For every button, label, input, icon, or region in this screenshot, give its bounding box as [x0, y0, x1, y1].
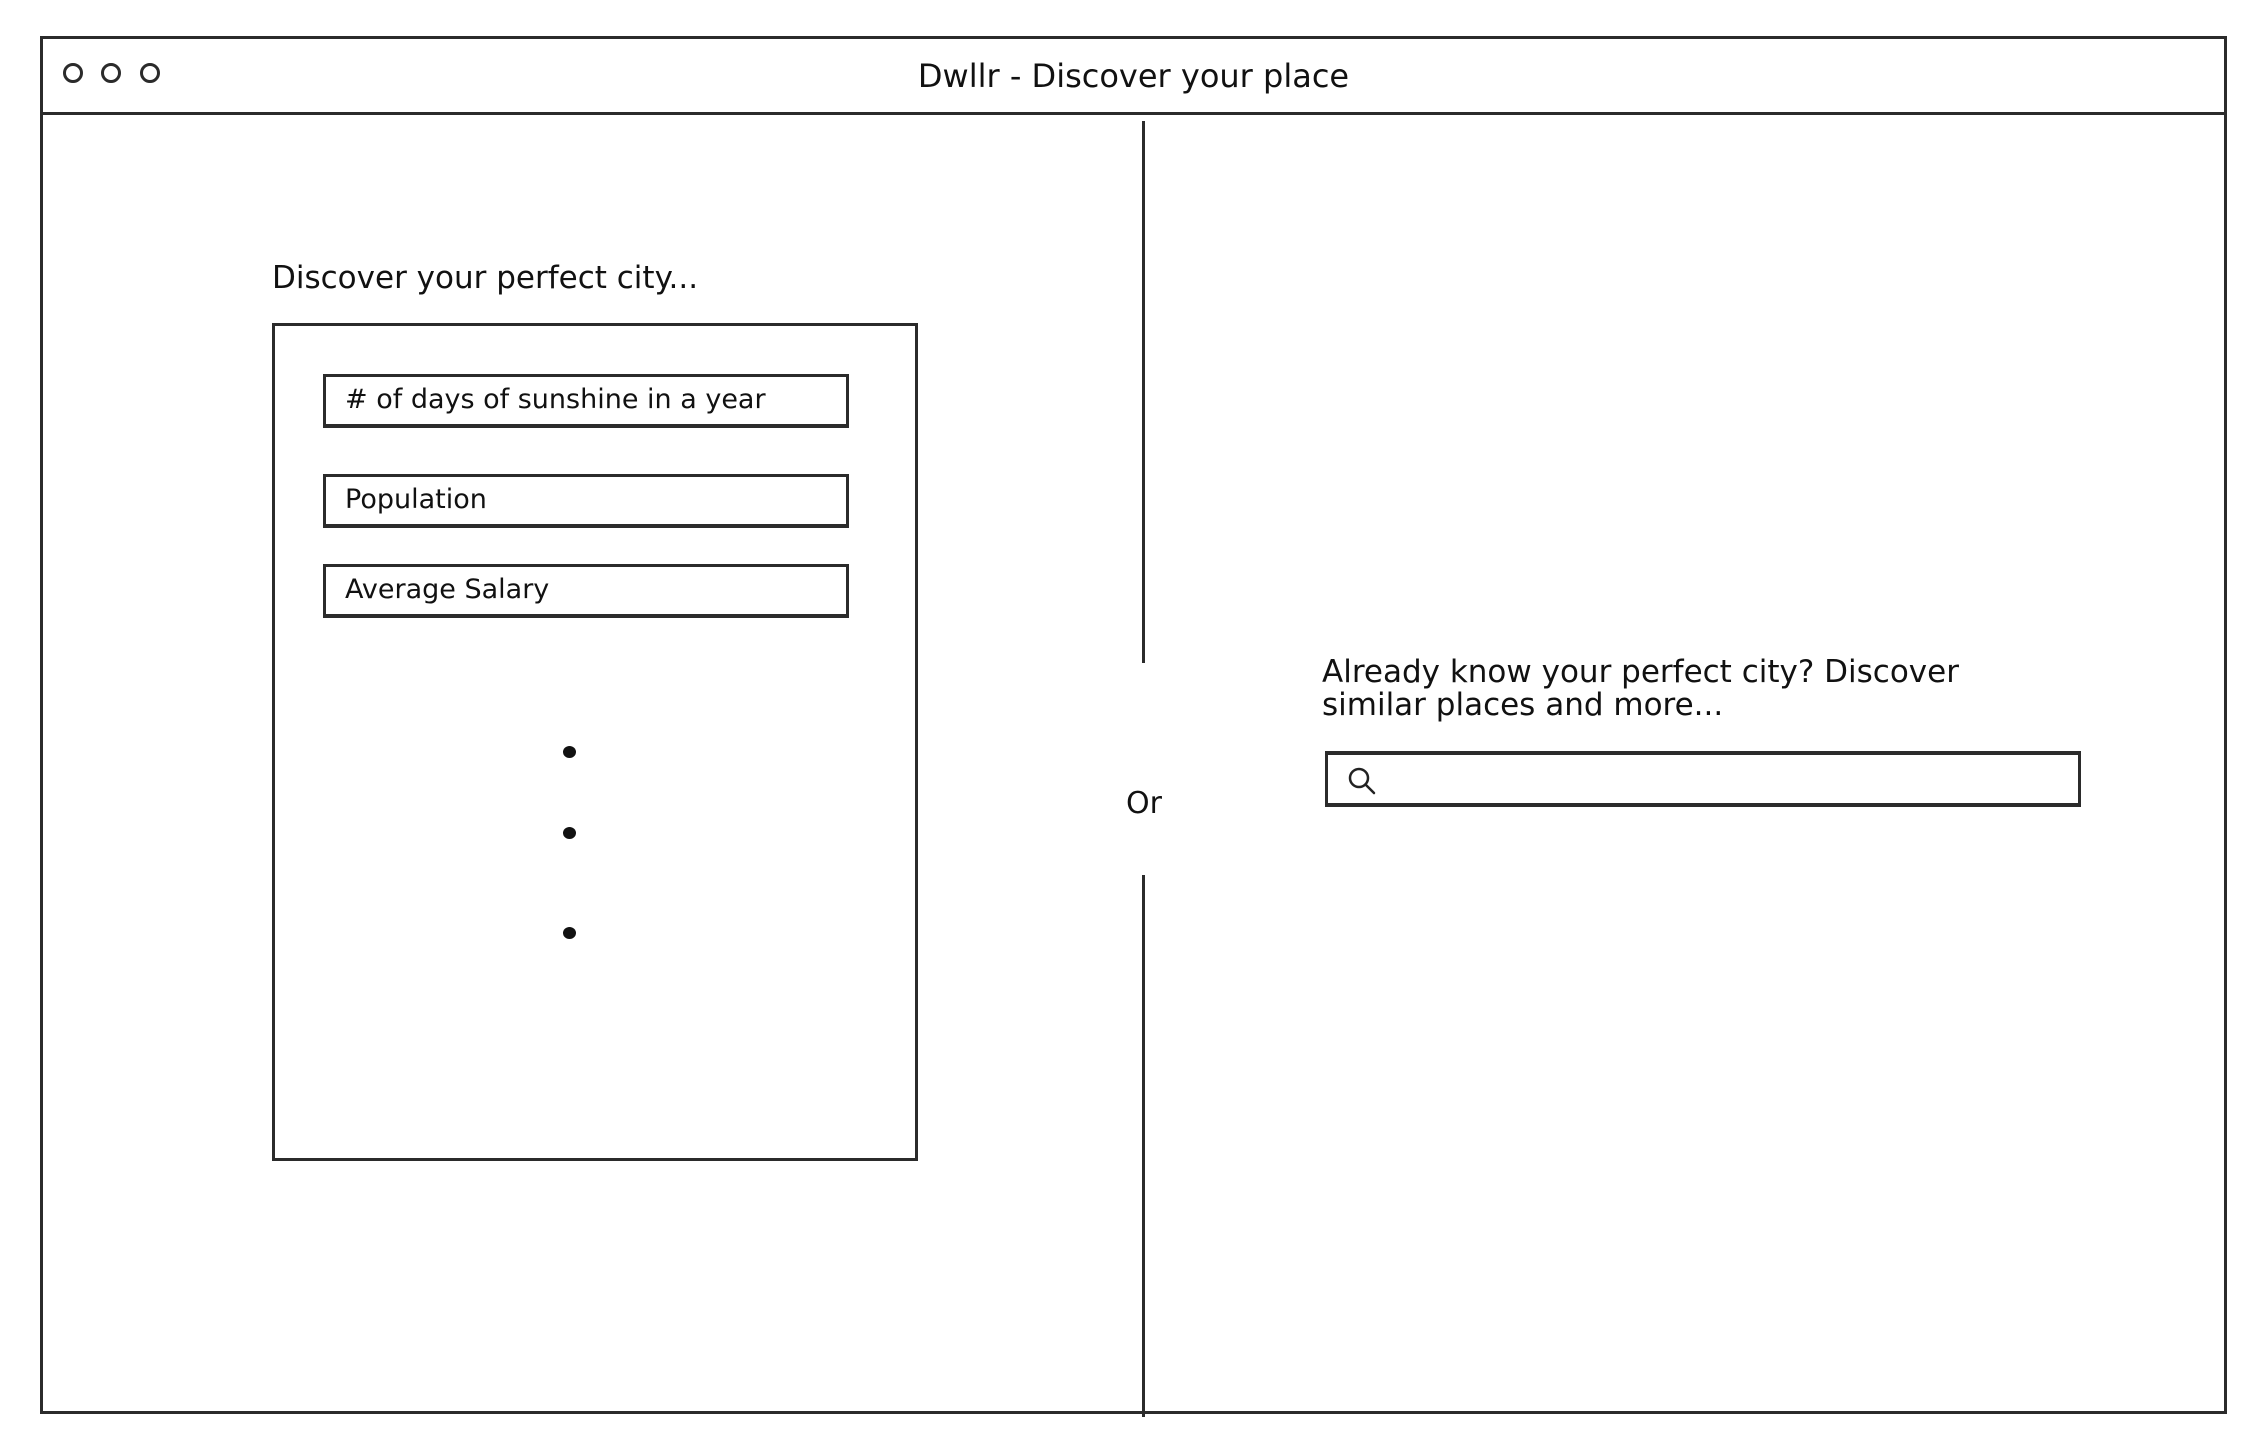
or-separator-label: Or — [1126, 786, 1162, 821]
search-icon — [1346, 765, 1378, 797]
discover-heading: Discover your perfect city... — [272, 260, 699, 296]
more-filters-dot — [563, 927, 576, 939]
population-field[interactable]: Population — [323, 474, 849, 528]
average-salary-field[interactable]: Average Salary — [323, 564, 849, 618]
vertical-divider-bottom — [1142, 875, 1145, 1417]
more-filters-dot — [563, 827, 576, 839]
city-search-input[interactable] — [1388, 759, 2066, 801]
search-heading: Already know your perfect city? Discover… — [1322, 654, 1959, 723]
sunshine-days-field[interactable]: # of days of sunshine in a year — [323, 374, 849, 428]
filter-panel: # of days of sunshine in a year Populati… — [272, 323, 918, 1161]
vertical-divider-top — [1142, 121, 1145, 663]
window-title: Dwllr - Discover your place — [917, 57, 1350, 95]
browser-window: Dwllr - Discover your place Discover you… — [40, 36, 2227, 1417]
window-titlebar: Dwllr - Discover your place — [43, 39, 2224, 115]
city-search-box[interactable] — [1325, 751, 2081, 807]
more-filters-dot — [563, 746, 576, 758]
